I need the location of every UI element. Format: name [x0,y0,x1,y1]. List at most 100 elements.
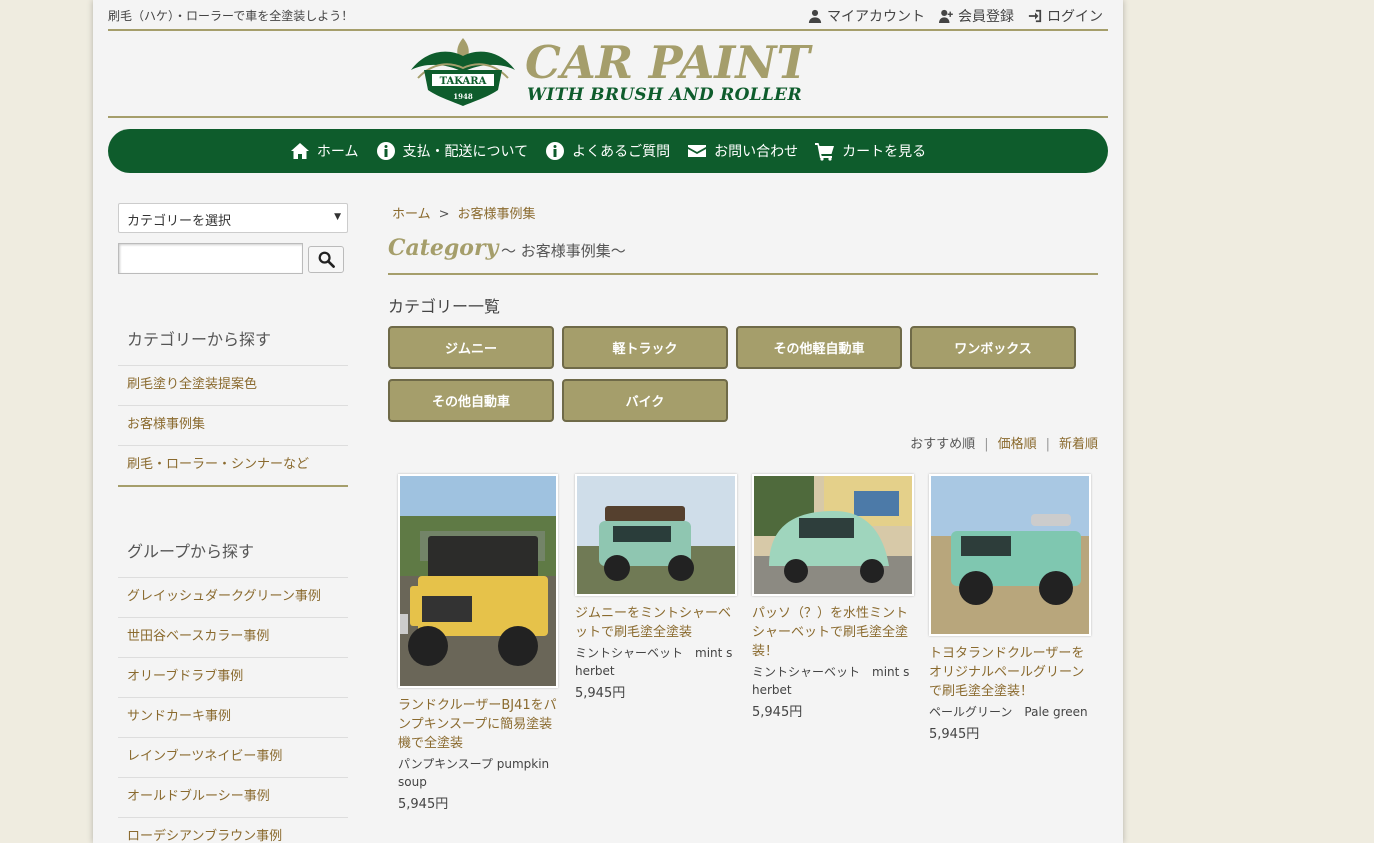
cart-icon [815,143,835,161]
page-title: Category ～ お客様事例集～ [388,235,1098,275]
main-nav: ホーム 支払・配送について よくあるご質問 お問い合わせ カートを見る [108,129,1108,173]
svg-text:1948: 1948 [453,92,473,101]
search-input[interactable] [118,243,303,274]
account-links: マイアカウント 会員登録 ログイン [808,6,1103,26]
product-price: 5,945円 [929,727,980,742]
sidebar-group-item[interactable]: ローデシアンブラウン事例 [118,817,348,843]
sort-options: おすすめ順 | 価格順 | 新着順 [910,433,1098,452]
category-list: 刷毛塗り全塗装提案色 お客様事例集 刷毛・ローラー・シンナーなど [118,365,348,487]
nav-home-label: ホーム [316,144,359,160]
category-button-other-car[interactable]: その他自動車 [388,379,554,422]
home-icon [290,143,309,159]
product-image[interactable] [752,474,914,596]
group-heading: グループから探す [127,542,255,561]
product-card[interactable]: ランドクルーザーBJ41をパンプキンスープに簡易塗装機で全塗装 パンプキンスープ… [398,474,558,812]
sort-recommended: おすすめ順 [910,437,976,452]
product-image[interactable] [929,474,1091,636]
nav-cart-label: カートを見る [842,144,927,160]
search-button[interactable] [308,246,344,273]
product-image[interactable] [575,474,737,596]
sidebar-category-item[interactable]: 刷毛・ローラー・シンナーなど [118,445,348,485]
product-name[interactable]: ランドクルーザーBJ41をパンプキンスープに簡易塗装機で全塗装 [398,696,558,753]
register-label: 会員登録 [958,9,1014,25]
product-price: 5,945円 [398,797,449,812]
breadcrumb-home[interactable]: ホーム [392,207,431,222]
logo-subtitle: WITH BRUSH AND ROLLER [527,85,802,105]
my-account-label: マイアカウント [827,9,925,25]
product-price: 5,945円 [752,705,803,720]
info-icon [546,142,565,160]
category-button-one-box[interactable]: ワンボックス [910,326,1076,369]
category-select-label: カテゴリーを選択 [127,214,232,229]
car-photo [754,476,912,594]
svg-text:TAKARA: TAKARA [440,76,487,87]
login-label: ログイン [1047,9,1103,25]
logo-title: CAR PAINT [525,36,810,89]
product-description: パンプキンスープ pumpkin soup [398,757,550,789]
login-icon [1028,9,1042,23]
product-name[interactable]: トヨタランドクルーザーをオリジナルペールグリーンで刷毛塗全塗装！ [929,644,1089,701]
breadcrumb-separator: > [438,207,450,222]
sidebar-group-item[interactable]: サンドカーキ事例 [118,697,348,737]
car-photo [931,476,1089,634]
top-bar: 刷毛（ハケ）・ローラーで車を全塗装しよう！ マイアカウント 会員登録 ログイン [108,0,1108,31]
product-name[interactable]: ジムニーをミントシャーベットで刷毛塗全塗装 [575,604,735,642]
sidebar-category-item[interactable]: 刷毛塗り全塗装提案色 [118,365,348,405]
product-description: ミントシャーベット mint sherbet [752,665,910,697]
category-list-heading: カテゴリー一覧 [388,297,501,316]
login-link[interactable]: ログイン [1028,6,1103,26]
user-plus-icon [939,9,953,23]
product-description: ミントシャーベット mint sherbet [575,646,733,678]
product-card[interactable]: ジムニーをミントシャーベットで刷毛塗全塗装 ミントシャーベット mint she… [575,474,737,701]
site-tagline: 刷毛（ハケ）・ローラーで車を全塗装しよう！ [108,9,354,23]
product-card[interactable]: トヨタランドクルーザーをオリジナルペールグリーンで刷毛塗全塗装！ ペールグリーン… [929,474,1091,742]
car-photo [577,476,735,594]
page-title-sub: ～ お客様事例集～ [501,242,626,260]
category-button-kei-truck[interactable]: 軽トラック [562,326,728,369]
sidebar-group-item[interactable]: レインブーツネイビー事例 [118,737,348,777]
mail-icon [688,145,707,157]
nav-faq-label: よくあるご質問 [572,144,671,160]
product-price: 5,945円 [575,686,626,701]
product-card[interactable]: パッソ（？）を水性ミントシャーベットで刷毛塗全塗装！ ミントシャーベット min… [752,474,914,720]
category-button-jimny[interactable]: ジムニー [388,326,554,369]
product-name[interactable]: パッソ（？）を水性ミントシャーベットで刷毛塗全塗装！ [752,604,912,661]
sidebar-group-item[interactable]: グレイッシュダークグリーン事例 [118,577,348,617]
nav-payment-label: 支払・配送について [402,144,529,160]
sort-price[interactable]: 価格順 [998,437,1037,452]
sort-divider: | [1045,437,1050,452]
register-link[interactable]: 会員登録 [939,6,1014,26]
my-account-link[interactable]: マイアカウント [808,6,925,26]
car-photo [400,476,556,686]
sidebar-category-item[interactable]: お客様事例集 [118,405,348,445]
nav-contact-label: お問い合わせ [714,144,799,160]
sort-new[interactable]: 新着順 [1059,437,1098,452]
breadcrumb: ホーム > お客様事例集 [392,203,536,222]
product-image[interactable] [398,474,558,688]
nav-payment[interactable]: 支払・配送について [376,141,529,161]
nav-cart[interactable]: カートを見る [815,141,926,161]
chevron-down-icon: ▼ [334,212,341,222]
nav-faq[interactable]: よくあるご質問 [545,141,670,161]
category-button-other-kei[interactable]: その他軽自動車 [736,326,902,369]
category-select[interactable]: カテゴリーを選択 ▼ [118,203,348,233]
header-divider [108,116,1108,118]
breadcrumb-current[interactable]: お客様事例集 [458,207,536,222]
sidebar-group-item[interactable]: オリーブドラブ事例 [118,657,348,697]
group-list: グレイッシュダークグリーン事例 世田谷ベースカラー事例 オリーブドラブ事例 サン… [118,577,348,843]
info-icon [376,142,395,160]
nav-contact[interactable]: お問い合わせ [687,141,798,161]
nav-home[interactable]: ホーム [290,141,359,161]
page-title-word: Category [388,235,499,261]
search-icon [318,251,335,268]
product-description: ペールグリーン Pale green [929,705,1088,719]
takara-badge-icon: TAKARA 1948 [411,38,515,106]
site-logo[interactable]: TAKARA 1948 CAR PAINT WITH BRUSH AND ROL… [408,36,810,108]
category-button-bike[interactable]: バイク [562,379,728,422]
user-icon [808,9,822,23]
category-heading: カテゴリーから探す [127,330,272,349]
sidebar-group-item[interactable]: オールドブルーシー事例 [118,777,348,817]
sort-divider: | [984,437,989,452]
category-buttons: ジムニー 軽トラック その他軽自動車 ワンボックス その他自動車 バイク [388,326,1098,422]
sidebar-group-item[interactable]: 世田谷ベースカラー事例 [118,617,348,657]
